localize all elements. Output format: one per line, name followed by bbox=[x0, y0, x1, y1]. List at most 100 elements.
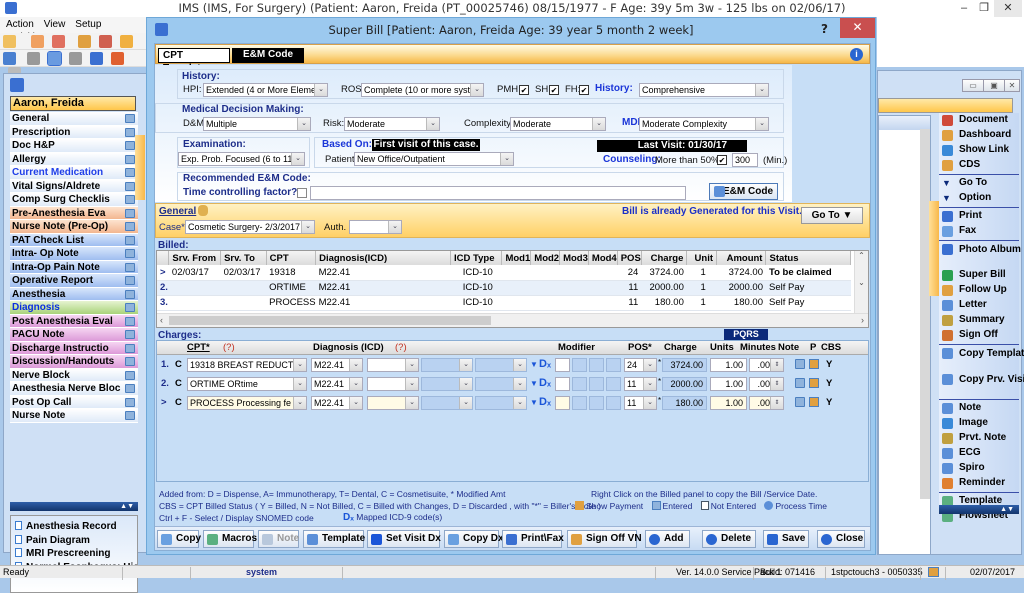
provider-check-icon[interactable] bbox=[52, 35, 66, 48]
billed-vertical-scrollbar[interactable]: ⌃ ⌄ bbox=[854, 251, 868, 313]
app-close-button[interactable]: ✕ bbox=[994, 0, 1022, 17]
document-item[interactable]: Pain Diagram bbox=[11, 534, 137, 549]
sh-checkbox[interactable]: ✔ bbox=[549, 85, 559, 95]
nav-item-doc-h-p[interactable]: Doc H&P bbox=[10, 139, 138, 153]
complexity-select[interactable]: Moderate ⌄ bbox=[510, 117, 606, 131]
add-record-icon[interactable] bbox=[27, 52, 41, 65]
note-icon[interactable] bbox=[125, 127, 135, 137]
patient-icon[interactable] bbox=[3, 35, 16, 48]
panel-restore-button[interactable]: ▣ bbox=[983, 79, 1005, 92]
modifier-2-input[interactable] bbox=[572, 377, 587, 391]
examination-select[interactable]: Exp. Prob. Focused (6 to 11 Ele ⌄ bbox=[178, 152, 305, 166]
action-letter[interactable]: Letter bbox=[939, 298, 1019, 313]
nav-item-current-medication[interactable]: Current Medication bbox=[10, 166, 138, 180]
dx-mapped-icon[interactable]: Dₓ bbox=[539, 377, 551, 389]
action-reminder[interactable]: Reminder bbox=[939, 476, 1019, 491]
modifier-3-input[interactable] bbox=[589, 358, 604, 372]
modifier-3-input[interactable] bbox=[589, 377, 604, 391]
note-button[interactable]: Note bbox=[258, 530, 299, 548]
note-icon[interactable] bbox=[795, 378, 805, 388]
nav-item-pre-anesthesia-eva[interactable]: Pre-Anesthesia Eva bbox=[10, 206, 138, 220]
modifier-4-input[interactable] bbox=[606, 358, 621, 372]
pmh-checkbox[interactable]: ✔ bbox=[519, 85, 529, 95]
nav-item-discharge-instructio[interactable]: Discharge Instructio bbox=[10, 341, 138, 355]
panel-close-button[interactable]: ✕ bbox=[1004, 79, 1020, 92]
charge-input[interactable]: 3724.00 bbox=[662, 358, 707, 372]
ros-select[interactable]: Complete (10 or more systems) ⌄ bbox=[361, 83, 484, 97]
diagnosis-1-select[interactable]: M22.41 ⌄ bbox=[311, 377, 363, 391]
tab-cpt-template[interactable]: CPT Template bbox=[158, 48, 230, 74]
nav-item-intra-op-note[interactable]: Intra- Op Note bbox=[10, 247, 138, 261]
column-header[interactable]: Mod3 bbox=[559, 251, 589, 265]
modifier-1-input[interactable] bbox=[555, 377, 570, 391]
nav-item-comp-surg-checklis[interactable]: Comp Surg Checklis bbox=[10, 193, 138, 207]
diagnosis-3-select[interactable]: ⌄ bbox=[421, 358, 473, 372]
menu-setup[interactable]: Setup bbox=[69, 17, 105, 30]
column-header[interactable]: CPT bbox=[266, 251, 317, 265]
action-print[interactable]: Print bbox=[939, 209, 1019, 224]
open-icon[interactable] bbox=[3, 52, 16, 65]
column-header[interactable]: Mod1 bbox=[501, 251, 532, 265]
save-button[interactable]: Save bbox=[763, 530, 809, 548]
action-go-to[interactable]: ▼ Go To bbox=[939, 176, 1019, 191]
edit-icon[interactable] bbox=[99, 35, 113, 48]
units-input[interactable]: 1.00 bbox=[710, 377, 747, 391]
note-icon[interactable] bbox=[125, 303, 135, 312]
nav-item-pacu-note[interactable]: PACU Note bbox=[10, 328, 138, 342]
action-sign-off[interactable]: Sign Off bbox=[939, 328, 1019, 343]
action-cds[interactable]: CDS bbox=[939, 158, 1019, 173]
patient-name-box[interactable]: Aaron, Freida bbox=[10, 96, 136, 111]
note-icon[interactable] bbox=[125, 141, 135, 150]
note-icon[interactable] bbox=[125, 168, 135, 177]
risk-select[interactable]: Moderate ⌄ bbox=[344, 117, 440, 131]
modifier-1-input[interactable] bbox=[555, 358, 570, 372]
nav-item-nurse-note-pre-op[interactable]: Nurse Note (Pre-Op) bbox=[10, 220, 138, 234]
pos-select[interactable]: 11 ⌄ bbox=[624, 396, 657, 410]
column-header[interactable]: Srv. To bbox=[220, 251, 267, 265]
action-document[interactable]: Document bbox=[939, 113, 1019, 128]
counseling-minutes-spinner[interactable]: 300 bbox=[732, 153, 758, 167]
remove-record-icon[interactable] bbox=[69, 52, 83, 65]
menu-view[interactable]: View bbox=[38, 17, 70, 30]
nav-item-intra-op-pain-note[interactable]: Intra-Op Pain Note bbox=[10, 260, 138, 274]
case-select[interactable]: Cosmetic Surgery- 2/3/2017 ⌄ bbox=[185, 220, 315, 234]
menu-action[interactable]: Action bbox=[0, 17, 38, 30]
nav-item-post-op-call[interactable]: Post Op Call bbox=[10, 395, 138, 409]
action-scroll-arrows[interactable]: ▲▼ bbox=[939, 505, 1019, 514]
column-header[interactable]: Mod4 bbox=[588, 251, 618, 265]
copy-dx-button[interactable]: Copy Dx bbox=[444, 530, 504, 548]
cpt-select[interactable]: 19318 BREAST REDUCT ⌄ bbox=[187, 358, 307, 372]
action-photo-album[interactable]: Photo Album bbox=[939, 242, 1021, 268]
note-icon[interactable] bbox=[125, 114, 135, 123]
minutes-spinner[interactable]: .00 ⇕ bbox=[749, 358, 784, 372]
print-fax-button[interactable]: Print\Fax bbox=[502, 530, 564, 548]
action-follow-up[interactable]: Follow Up bbox=[939, 283, 1019, 298]
go-to-button[interactable]: Go To ▼ bbox=[801, 207, 863, 224]
nav-item-nurse-note[interactable]: Nurse Note bbox=[10, 409, 138, 423]
dm-select[interactable]: Multiple ⌄ bbox=[203, 117, 311, 131]
mdm-select[interactable]: Moderate Complexity ⌄ bbox=[639, 117, 769, 131]
diagnosis-4-select[interactable]: ⌄ bbox=[475, 358, 527, 372]
nav-item-discussion-handouts[interactable]: Discussion/Handouts bbox=[10, 355, 138, 369]
column-header[interactable]: Diagnosis(ICD) bbox=[315, 251, 452, 265]
diagnosis-1-select[interactable]: M22.41 ⌄ bbox=[311, 358, 363, 372]
column-header[interactable] bbox=[157, 251, 170, 265]
add-button[interactable]: Add bbox=[645, 530, 690, 548]
counseling-checkbox[interactable]: ✔ bbox=[717, 155, 727, 165]
lab-flask-icon[interactable] bbox=[120, 35, 134, 48]
modifier-4-input[interactable] bbox=[606, 396, 621, 410]
set-visit-dx-button[interactable]: Set Visit Dx bbox=[367, 530, 441, 548]
billed-row[interactable]: 3. PROCESS M22.41 ICD-10 11 180.00 1 180.00 Self… bbox=[157, 295, 851, 311]
close-button[interactable]: Close bbox=[817, 530, 865, 548]
nav-item-operative-report[interactable]: Operative Report bbox=[10, 274, 138, 288]
document-item[interactable]: MRI Prescreening bbox=[11, 548, 137, 562]
general-user-icon[interactable] bbox=[198, 205, 208, 216]
column-header[interactable]: Mod2 bbox=[530, 251, 561, 265]
diagnosis-2-select[interactable]: ⌄ bbox=[367, 396, 419, 410]
right-list-scrollbar[interactable] bbox=[920, 129, 930, 499]
modifier-2-input[interactable] bbox=[572, 396, 587, 410]
em-code-button[interactable]: E&M Code bbox=[709, 183, 778, 200]
nav-item-anesthesia-nerve-bloc[interactable]: Anesthesia Nerve Bloc bbox=[10, 382, 138, 396]
template-button[interactable]: Template bbox=[303, 530, 365, 548]
action-summary[interactable]: Summary bbox=[939, 313, 1019, 328]
